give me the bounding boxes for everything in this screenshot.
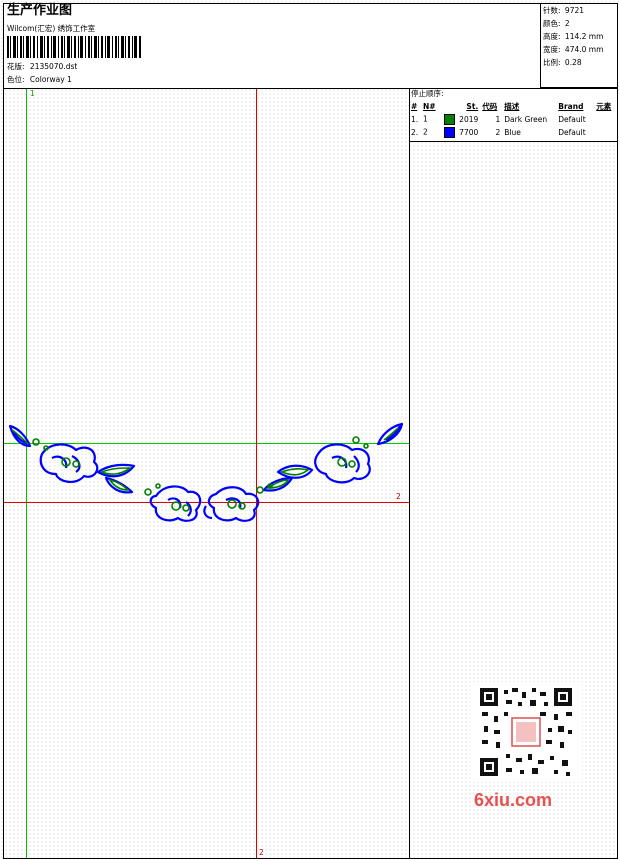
colors-value: 2 xyxy=(564,19,570,28)
colorway-label: 色位: xyxy=(7,75,25,84)
stitches-label: 针数: xyxy=(543,6,561,15)
row-desc: Blue xyxy=(504,128,521,137)
width-value: 474.0 mm xyxy=(564,45,604,54)
row-brand: Default xyxy=(558,115,586,124)
col-number: N# xyxy=(423,102,436,111)
scale-row: 比例: 0.28 xyxy=(543,58,582,67)
center-flower-right xyxy=(207,486,260,522)
barcode xyxy=(7,36,141,58)
colors-row: 颜色: 2 xyxy=(543,19,570,28)
col-code: 代码 xyxy=(482,102,498,111)
col-desc: 描述 xyxy=(504,102,520,111)
design-file-label: 花版: xyxy=(7,62,25,71)
col-stop: St. xyxy=(466,102,479,111)
row-index: 2. xyxy=(411,128,419,137)
row-number: 2 xyxy=(421,126,457,139)
height-row: 高度: 114.2 mm xyxy=(543,32,603,41)
right-leaf-green xyxy=(279,467,310,476)
company-name: Wilcom(汇宏) 绣饰工作室 xyxy=(7,24,96,33)
row-brand: Default xyxy=(558,128,586,137)
right-flower xyxy=(314,443,371,484)
col-index: # xyxy=(411,102,418,111)
row-stop: 1 xyxy=(495,115,501,124)
width-row: 宽度: 474.0 mm xyxy=(543,45,603,54)
col-brand: Brand xyxy=(558,102,584,111)
design-file-row: 花版: 2135070.dst xyxy=(7,62,77,71)
table-row: 2. 2 7700 2 Blue Default xyxy=(409,126,618,139)
embroidery-design xyxy=(8,422,404,522)
colorway-row: 色位: Colorway 1 xyxy=(7,75,72,84)
color-table: # N# St. 代码 描述 Brand 元素 1. 1 2019 1 Dark… xyxy=(409,100,618,139)
watermark-text: 6xiu.com xyxy=(474,790,553,810)
row-number: 1 xyxy=(421,113,457,126)
color-swatch-blue xyxy=(444,127,456,138)
col-element: 元素 xyxy=(596,102,612,111)
row-code: 2019 xyxy=(459,115,479,124)
table-row: 1. 1 2019 1 Dark Green Default xyxy=(409,113,618,126)
color-table-title: 停止顺序: xyxy=(411,89,444,98)
qr-pattern xyxy=(470,682,582,782)
color-table-header: # N# St. 代码 描述 Brand 元素 xyxy=(409,100,618,113)
width-label: 宽度: xyxy=(543,45,561,54)
row-desc: Dark Green xyxy=(504,115,548,124)
center-flower-left xyxy=(149,485,202,522)
design-file-value: 2135070.dst xyxy=(29,62,78,71)
green-guide-label: 1 xyxy=(30,89,35,98)
page-title: 生产作业图 xyxy=(7,3,73,18)
qr-code xyxy=(470,682,582,782)
color-swatch-green xyxy=(444,114,456,125)
scale-label: 比例: xyxy=(543,58,561,67)
stitches-row: 针数: 9721 xyxy=(543,6,584,15)
colorway-value: Colorway 1 xyxy=(29,75,72,84)
red-guide-bottom-label: 2 xyxy=(259,848,264,857)
height-label: 高度: xyxy=(543,32,561,41)
colors-label: 颜色: xyxy=(543,19,561,28)
row-index: 1. xyxy=(411,115,419,124)
height-value: 114.2 mm xyxy=(564,32,604,41)
scale-value: 0.28 xyxy=(564,58,582,67)
stitches-value: 9721 xyxy=(564,6,585,15)
row-stop: 2 xyxy=(495,128,501,137)
row-code: 7700 xyxy=(459,128,479,137)
